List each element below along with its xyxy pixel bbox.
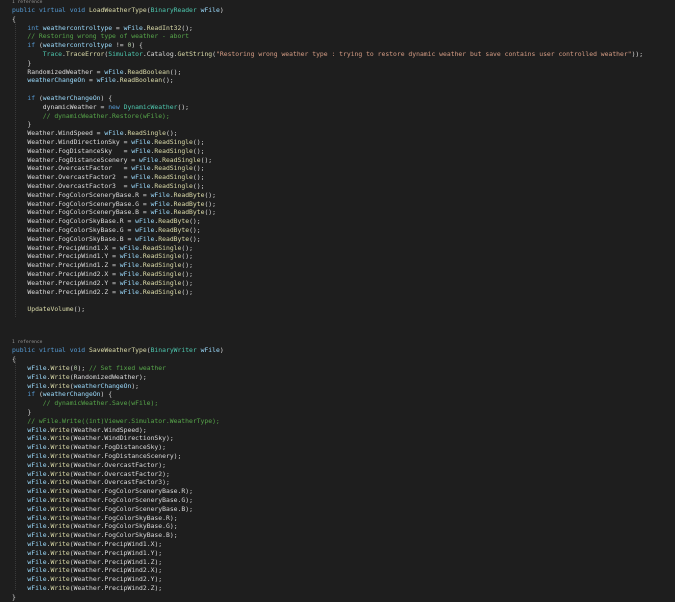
- code-line: Weather.FogDistanceScenery = wFile.ReadS…: [27, 155, 213, 164]
- code-line: wFile.Write(Weather.FogColorSkyBase.G);: [27, 522, 178, 531]
- code-line: Weather.FogColorSceneryBase.R = wFile.Re…: [27, 190, 216, 199]
- code-line: Weather.FogColorSkyBase.R = wFile.ReadBy…: [27, 217, 201, 226]
- code-line: Weather.OvercastFactor = wFile.ReadSingl…: [27, 164, 205, 173]
- code-line: if (weathercontroltype != 0) {: [27, 41, 143, 50]
- code-line: RandomizedWeather = wFile.ReadBoolean();: [27, 67, 182, 76]
- code-line: wFile.Write(Weather.FogColorSkyBase.B);: [27, 531, 178, 540]
- code-line: if (weatherChangeOn) {: [27, 390, 113, 399]
- code-line: Weather.FogColorSkyBase.B = wFile.ReadBy…: [27, 234, 201, 243]
- code-line: Weather.PrecipWind2.Y = wFile.ReadSingle…: [27, 278, 193, 287]
- code-line: Weather.OvercastFactor2 = wFile.ReadSing…: [27, 173, 205, 182]
- code-line: wFile.Write(Weather.OvercastFactor);: [27, 460, 166, 469]
- code-line: wFile.Write(Weather.FogDistanceScenery);: [27, 452, 182, 460]
- code-line: wFile.Write(Weather.PrecipWind2.Z);: [27, 584, 163, 592]
- code-line: // Restoring wrong type of weather - abo…: [27, 32, 189, 41]
- indent-guide: [15, 358, 16, 590]
- code-line: wFile.Write(0); // Set fixed weather: [27, 364, 166, 372]
- indent-guide: [15, 22, 16, 317]
- code-line: Weather.PrecipWind1.Y = wFile.ReadSingle…: [27, 252, 193, 261]
- code-line: Weather.PrecipWind1.Z = wFile.ReadSingle…: [27, 261, 193, 270]
- code-line: wFile.Write(Weather.OvercastFactor2);: [27, 469, 170, 478]
- code-line: }: [12, 592, 16, 601]
- code-line: dynamicWeather = new DynamicWeather();: [42, 102, 190, 111]
- code-line: public virtual void SaveWeatherType(Bina…: [12, 346, 224, 355]
- code-line: Weather.FogDistanceSky = wFile.ReadSingl…: [27, 146, 205, 155]
- code-line: Trace.TraceError(Simulator.Catalog.GetSt…: [42, 50, 644, 58]
- code-line: Weather.FogColorSceneryBase.G = wFile.Re…: [27, 199, 216, 208]
- code-line: Weather.PrecipWind2.X = wFile.ReadSingle…: [27, 270, 193, 278]
- code-line: wFile.Write(Weather.FogColorSceneryBase.…: [27, 487, 193, 496]
- code-line: wFile.Write(Weather.FogColorSceneryBase.…: [27, 504, 193, 513]
- code-editor[interactable]: 1 reference public virtual void LoadWeath…: [0, 0, 675, 601]
- code-line: weatherChangeOn = wFile.ReadBoolean();: [27, 76, 174, 85]
- code-line: // dynamicWeather.Restore(wFile);: [42, 111, 170, 120]
- code-line: wFile.Write(Weather.FogDistanceSky);: [27, 443, 166, 452]
- code-line: int weathercontroltype = wFile.ReadInt32…: [27, 23, 193, 32]
- code-line: Weather.FogColorSkyBase.G = wFile.ReadBy…: [27, 226, 201, 234]
- code-line: wFile.Write(weatherChangeOn);: [27, 381, 140, 390]
- code-line: Weather.PrecipWind1.X = wFile.ReadSingle…: [27, 243, 193, 252]
- editor-gutter: [0, 0, 10, 600]
- code-line: // dynamicWeather.Save(wFile);: [42, 399, 159, 408]
- code-line: wFile.Write(Weather.PrecipWind2.Y);: [27, 575, 163, 584]
- code-line: public virtual void LoadWeatherType(Bina…: [12, 6, 224, 14]
- code-line: Weather.OvercastFactor3 = wFile.ReadSing…: [27, 182, 205, 190]
- code-line: wFile.Write(Weather.WindSpeed);: [27, 425, 147, 434]
- code-line: wFile.Write(Weather.PrecipWind1.X);: [27, 540, 163, 548]
- code-line: wFile.Write(Weather.PrecipWind1.Y);: [27, 548, 163, 557]
- code-line: UpdateVolume();: [27, 305, 86, 314]
- code-line: Weather.WindDirectionSky = wFile.ReadSin…: [27, 138, 205, 146]
- code-line: wFile.Write(Weather.PrecipWind1.Z);: [27, 557, 163, 566]
- code-line: wFile.Write(Weather.FogColorSceneryBase.…: [27, 496, 193, 504]
- code-line: Weather.WindSpeed = wFile.ReadSingle();: [27, 129, 178, 138]
- code-line: wFile.Write(RandomizedWeather);: [27, 372, 147, 381]
- code-line: // wFile.Write((int)Viewer.Simulator.Wea…: [27, 416, 220, 425]
- code-line: wFile.Write(Weather.OvercastFactor3);: [27, 478, 170, 487]
- code-line: Weather.FogColorSceneryBase.B = wFile.Re…: [27, 208, 216, 217]
- code-line: if (weatherChangeOn) {: [27, 94, 113, 102]
- code-line: Weather.PrecipWind2.Z = wFile.ReadSingle…: [27, 287, 193, 296]
- code-line: wFile.Write(Weather.FogColorSkyBase.R);: [27, 513, 178, 522]
- code-line: wFile.Write(Weather.PrecipWind2.X);: [27, 566, 163, 575]
- code-line: wFile.Write(Weather.WindDirectionSky);: [27, 434, 174, 443]
